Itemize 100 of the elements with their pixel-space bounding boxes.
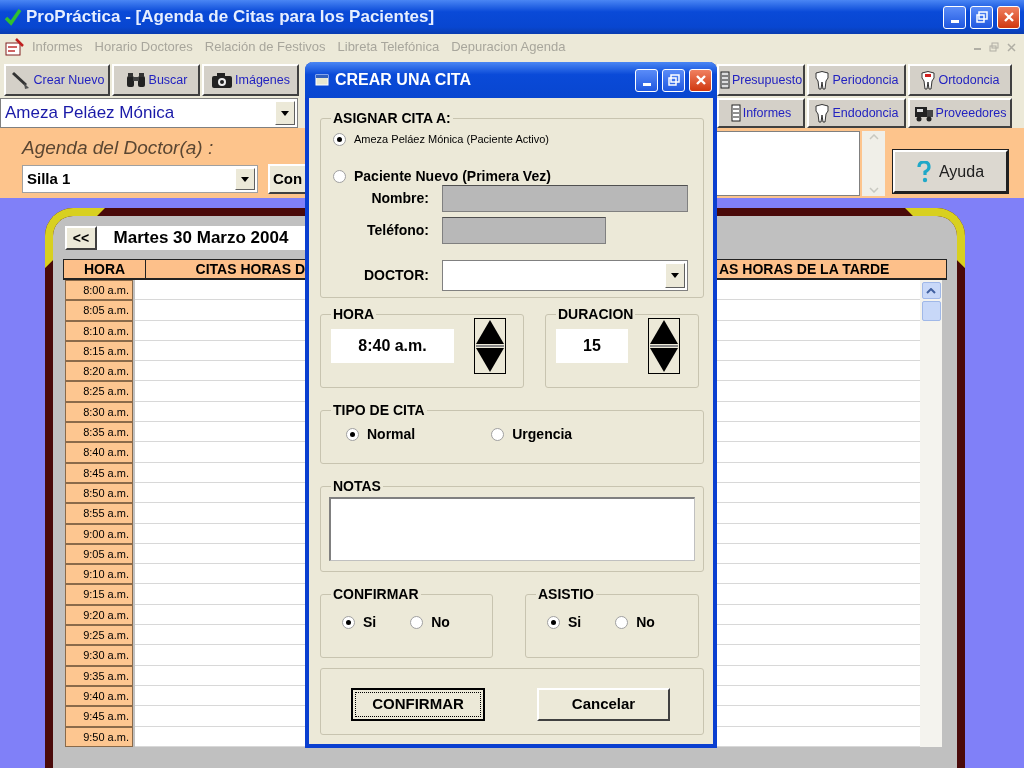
table-cell[interactable] bbox=[717, 523, 920, 544]
table-cell[interactable] bbox=[135, 442, 305, 463]
table-cell[interactable] bbox=[135, 584, 305, 605]
table-cell[interactable] bbox=[135, 503, 305, 524]
table-cell[interactable] bbox=[135, 645, 305, 666]
table-cell[interactable] bbox=[717, 462, 920, 483]
restore-icon bbox=[989, 42, 999, 52]
table-cell[interactable] bbox=[135, 381, 305, 402]
table-cell[interactable] bbox=[717, 442, 920, 463]
table-cell[interactable] bbox=[135, 523, 305, 544]
window-icon bbox=[315, 74, 329, 86]
table-cell[interactable] bbox=[135, 462, 305, 483]
duration-field[interactable]: 15 bbox=[556, 329, 628, 363]
scrollbar[interactable] bbox=[920, 280, 942, 747]
table-cell[interactable] bbox=[717, 584, 920, 605]
previous-button[interactable]: << bbox=[65, 226, 97, 250]
date-display: Martes 30 Marzo 2004 bbox=[97, 226, 305, 250]
radio-button[interactable]: No bbox=[615, 612, 655, 633]
table-cell[interactable] bbox=[717, 340, 920, 362]
table-cell[interactable] bbox=[717, 320, 920, 341]
spinner-button[interactable] bbox=[648, 318, 680, 374]
radio-button[interactable]: Paciente Nuevo (Primera Vez) bbox=[333, 165, 695, 187]
column-header: AS HORAS DE LA TARDE bbox=[718, 259, 891, 279]
toolbar-button[interactable]: Ortodoncia bbox=[908, 64, 1012, 96]
spinner-button[interactable] bbox=[474, 318, 506, 374]
toolbar-button[interactable]: Presupuesto bbox=[717, 64, 805, 96]
radio-button[interactable]: Si bbox=[342, 612, 377, 633]
chair-button[interactable]: Con bbox=[268, 164, 305, 194]
minimize-icon bbox=[642, 82, 651, 86]
table-cell[interactable] bbox=[717, 422, 920, 443]
scroll-thumb[interactable] bbox=[921, 301, 941, 321]
help-button[interactable]: Ayuda bbox=[893, 150, 1008, 193]
group-label: DURACION bbox=[557, 306, 635, 322]
table-cell[interactable] bbox=[135, 543, 305, 565]
scrollbar[interactable] bbox=[862, 131, 885, 196]
radio-button[interactable]: Normal bbox=[346, 424, 416, 445]
table-cell[interactable] bbox=[717, 645, 920, 666]
dialog-button[interactable]: CONFIRMAR bbox=[351, 688, 485, 721]
table-cell[interactable] bbox=[717, 482, 920, 504]
radio-button[interactable]: Ameza Peláez Mónica (Paciente Activo) bbox=[333, 131, 695, 148]
minimize-button[interactable] bbox=[943, 5, 966, 29]
table-cell[interactable] bbox=[717, 381, 920, 402]
table-cell[interactable] bbox=[717, 604, 920, 626]
close-button[interactable] bbox=[997, 5, 1020, 29]
pen-icon bbox=[9, 70, 32, 90]
toolbar-button[interactable]: Informes bbox=[717, 98, 805, 128]
table-cell[interactable] bbox=[717, 361, 920, 382]
table-cell[interactable] bbox=[717, 543, 920, 565]
caret-icon bbox=[281, 110, 289, 116]
close-icon bbox=[694, 74, 707, 86]
toolbar-button[interactable]: Imágenes bbox=[202, 64, 299, 96]
scroll-up-button[interactable] bbox=[921, 282, 941, 299]
doctor-dropdown[interactable] bbox=[442, 259, 688, 291]
table-cell[interactable] bbox=[135, 340, 305, 362]
toolbar-button[interactable]: Crear Nuevo bbox=[4, 64, 110, 96]
table-cell[interactable] bbox=[717, 726, 920, 747]
table-cell[interactable] bbox=[717, 564, 920, 585]
table-cell[interactable] bbox=[717, 625, 920, 646]
scroll-up-icon bbox=[868, 134, 879, 140]
table-cell[interactable] bbox=[135, 706, 305, 727]
table-cell[interactable] bbox=[135, 604, 305, 626]
table-cell[interactable] bbox=[135, 726, 305, 747]
table-cell[interactable] bbox=[717, 706, 920, 727]
notes-field[interactable] bbox=[329, 497, 695, 561]
table-cell[interactable] bbox=[135, 665, 305, 686]
table-cell[interactable] bbox=[717, 665, 920, 686]
table-cell[interactable] bbox=[135, 401, 305, 423]
table-cell[interactable] bbox=[135, 625, 305, 646]
table-cell[interactable] bbox=[135, 422, 305, 443]
toolbar-button[interactable]: Endodoncia bbox=[807, 98, 906, 128]
table-cell[interactable] bbox=[135, 685, 305, 707]
close-button[interactable] bbox=[689, 68, 712, 92]
table-cell[interactable] bbox=[717, 300, 920, 321]
table-cell[interactable] bbox=[135, 361, 305, 382]
maximize-button[interactable] bbox=[662, 68, 685, 92]
toolbar-button[interactable]: Periodoncia bbox=[807, 64, 906, 96]
table-cell[interactable] bbox=[135, 300, 305, 321]
table-cell[interactable] bbox=[717, 685, 920, 707]
chair-dropdown[interactable]: Silla 1 bbox=[22, 165, 258, 193]
table-cell[interactable] bbox=[717, 401, 920, 423]
table-cell[interactable] bbox=[717, 280, 920, 301]
patient-dropdown[interactable]: Ameza Peláez Mónica bbox=[0, 98, 298, 128]
group-label: ASISTIO bbox=[537, 586, 595, 602]
dialog-button[interactable]: Cancelar bbox=[537, 688, 670, 721]
table-cell[interactable] bbox=[135, 482, 305, 504]
toolbar-button[interactable]: Proveedores bbox=[908, 98, 1012, 128]
text-area[interactable] bbox=[717, 131, 860, 196]
radio-button[interactable]: Urgencia bbox=[491, 424, 573, 445]
table-cell[interactable] bbox=[135, 564, 305, 585]
table-cell[interactable] bbox=[135, 320, 305, 341]
table-cell[interactable] bbox=[717, 503, 920, 524]
caret-icon bbox=[241, 176, 249, 182]
table-cell[interactable] bbox=[135, 280, 305, 301]
toolbar-button[interactable]: Buscar bbox=[112, 64, 200, 96]
radio-button[interactable]: Si bbox=[547, 612, 582, 633]
minimize-button[interactable] bbox=[635, 68, 658, 92]
radio-button[interactable]: No bbox=[410, 612, 450, 633]
time-field[interactable]: 8:40 a.m. bbox=[331, 329, 454, 363]
time-cell: 8:05 a.m. bbox=[65, 300, 133, 321]
maximize-button[interactable] bbox=[970, 5, 993, 29]
